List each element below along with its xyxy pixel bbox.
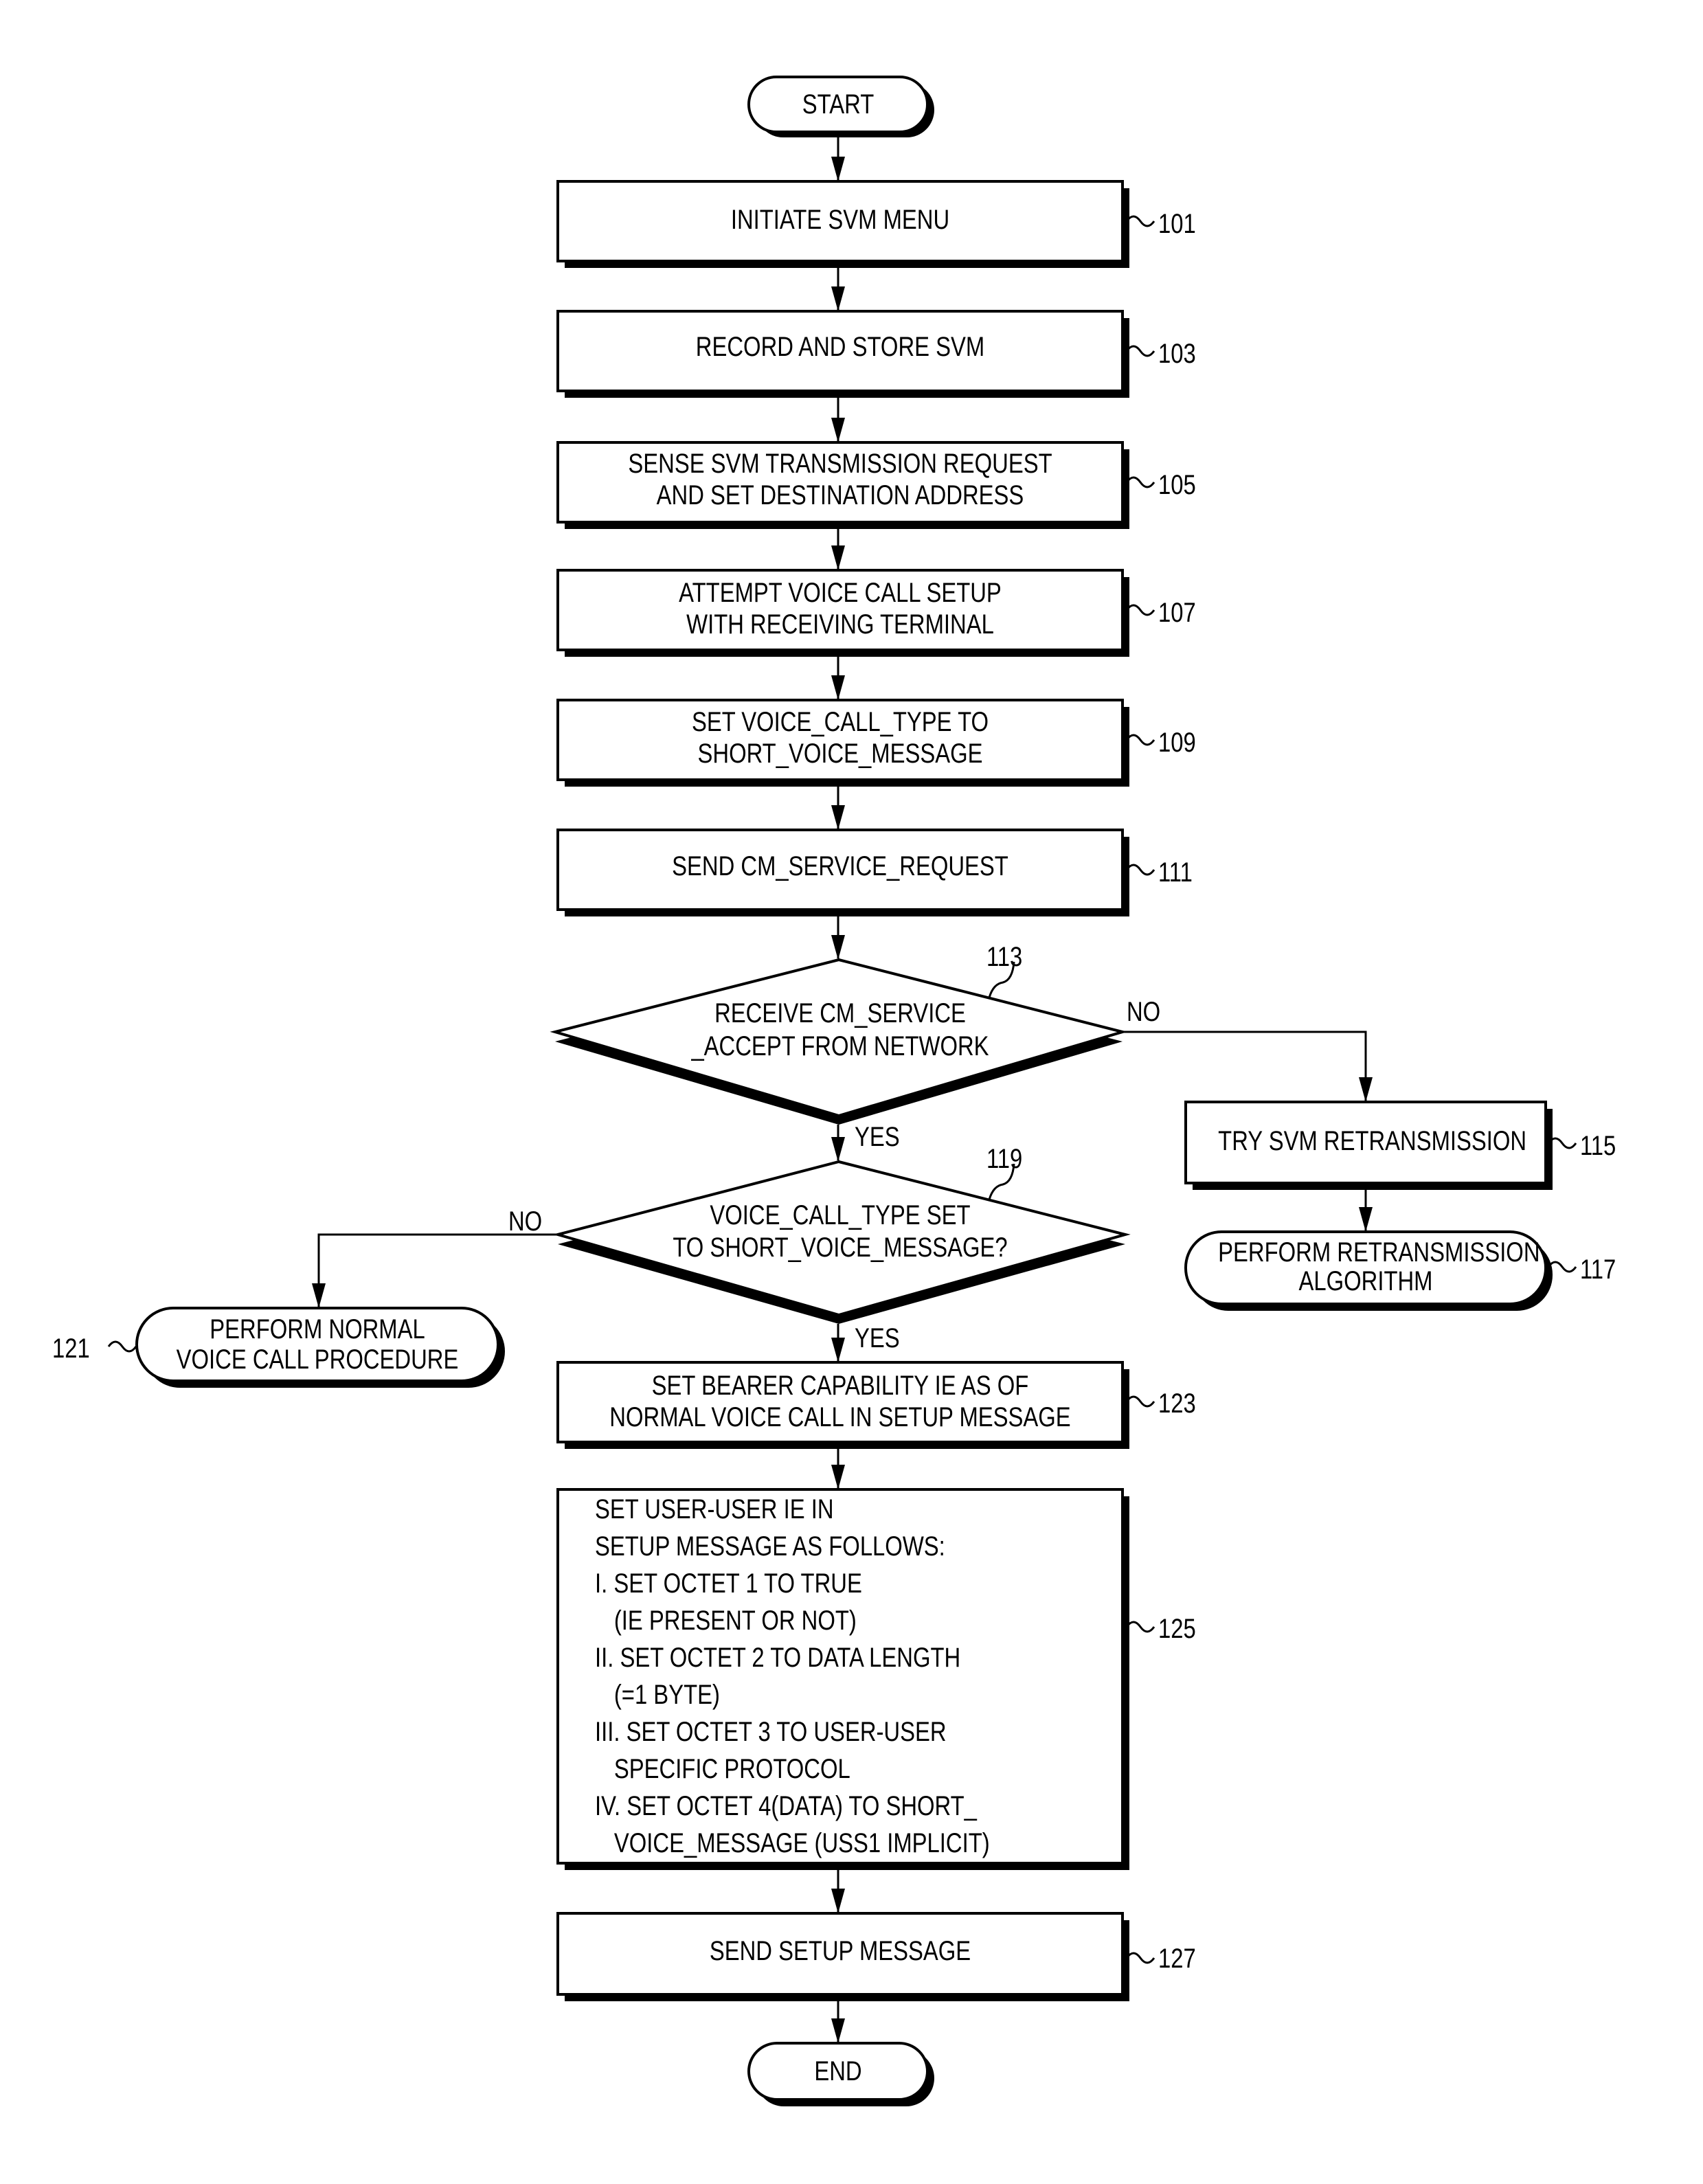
leader-121	[107, 1340, 137, 1353]
step-109-line-2: SHORT_VOICE_MESSAGE	[697, 739, 983, 769]
step-125-line-9: IV. SET OCTET 4(DATA) TO SHORT_	[595, 1791, 977, 1821]
step-125-line-5: II. SET OCTET 2 TO DATA LENGTH	[595, 1643, 961, 1673]
arrowhead-127	[831, 1889, 845, 1913]
step-125-line-2: SETUP MESSAGE AS FOLLOWS:	[595, 1531, 945, 1562]
ref-113: 113	[986, 942, 1023, 972]
leader-105	[1125, 476, 1155, 488]
ref-115: 115	[1580, 1131, 1616, 1161]
arrowhead-113	[831, 935, 845, 960]
arrowhead-107	[831, 545, 845, 570]
arrowhead-101	[831, 157, 845, 181]
end-label: END	[814, 2056, 862, 2086]
step-125-line-6: (=1 BYTE)	[613, 1680, 720, 1710]
step-105-line-1: SENSE SVM TRANSMISSION REQUEST	[628, 449, 1052, 479]
ref-109: 109	[1158, 728, 1196, 758]
decision-119-no-label: NO	[508, 1206, 543, 1237]
leader-125	[1125, 1621, 1155, 1633]
ref-117: 117	[1580, 1254, 1616, 1285]
connector-113-115-no	[1123, 1031, 1367, 1101]
ref-107: 107	[1158, 598, 1196, 628]
terminal-117-line-1: PERFORM RETRANSMISSION	[1218, 1237, 1540, 1268]
ref-111: 111	[1158, 857, 1193, 888]
leader-103	[1125, 345, 1155, 357]
arrowhead-end	[831, 2018, 845, 2043]
decision-113-yes-label: YES	[855, 1122, 900, 1152]
step-105-line-2: AND SET DESTINATION ADDRESS	[656, 480, 1024, 510]
decision-113-no-label: NO	[1127, 997, 1161, 1027]
step-125-line-3: I. SET OCTET 1 TO TRUE	[595, 1568, 862, 1599]
start-label: START	[802, 89, 875, 120]
step-123-line-2: NORMAL VOICE CALL IN SETUP MESSAGE	[609, 1402, 1071, 1432]
leader-109	[1125, 734, 1155, 746]
step-123-line-1: SET BEARER CAPABILITY IE AS OF	[651, 1371, 1029, 1401]
step-107-line-1: ATTEMPT VOICE CALL SETUP	[679, 578, 1002, 608]
decision-119-line-2: TO SHORT_VOICE_MESSAGE?	[673, 1232, 1008, 1263]
terminal-121-line-1: PERFORM NORMAL	[210, 1314, 425, 1344]
arrowhead-111	[831, 805, 845, 830]
leader-127	[1125, 1952, 1155, 1964]
step-125-line-7: III. SET OCTET 3 TO USER-USER	[595, 1717, 947, 1747]
step-125-text: SET USER-USER IE IN SETUP MESSAGE AS FOL…	[595, 1491, 990, 1862]
leader-117	[1547, 1261, 1577, 1273]
ref-127: 127	[1158, 1944, 1196, 1974]
ref-105: 105	[1158, 470, 1196, 500]
arrowhead-125	[831, 1465, 845, 1489]
leader-101	[1125, 215, 1155, 227]
step-125-line-4: (IE PRESENT OR NOT)	[613, 1606, 857, 1636]
ref-123: 123	[1158, 1388, 1196, 1419]
arrowhead-117	[1359, 1207, 1373, 1232]
arrowhead-105	[831, 418, 845, 442]
ref-103: 103	[1158, 339, 1196, 369]
step-109-line-1: SET VOICE_CALL_TYPE TO	[691, 707, 989, 737]
decision-113-line-1: RECEIVE CM_SERVICE	[714, 998, 966, 1028]
arrowhead-109	[831, 675, 845, 700]
ref-119: 119	[986, 1144, 1023, 1174]
arrowhead-115	[1359, 1077, 1373, 1102]
step-111-label: SEND CM_SERVICE_REQUEST	[672, 851, 1008, 881]
ref-125: 125	[1158, 1614, 1196, 1644]
arrowhead-119	[831, 1137, 845, 1162]
decision-113-line-2: _ACCEPT FROM NETWORK	[691, 1031, 989, 1061]
arrowhead-121	[312, 1283, 326, 1308]
decision-119-line-1: VOICE_CALL_TYPE SET	[710, 1200, 971, 1230]
step-101-label: INITIATE SVM MENU	[730, 205, 950, 235]
leader-111	[1125, 864, 1155, 876]
connector-119-121-no	[317, 1233, 558, 1307]
step-125-line-8: SPECIFIC PROTOCOL	[613, 1754, 850, 1784]
terminal-117-line-2: ALGORITHM	[1298, 1266, 1433, 1296]
step-125-line-1: SET USER-USER IE IN	[595, 1494, 834, 1524]
ref-101: 101	[1158, 209, 1196, 239]
ref-121: 121	[52, 1333, 90, 1364]
step-127-label: SEND SETUP MESSAGE	[709, 1936, 971, 1966]
step-103-label: RECORD AND STORE SVM	[695, 332, 985, 362]
arrowhead-123	[831, 1338, 845, 1362]
step-107-line-2: WITH RECEIVING TERMINAL	[686, 609, 994, 640]
leader-123	[1125, 1395, 1155, 1408]
step-115-label: TRY SVM RETRANSMISSION	[1218, 1126, 1527, 1156]
leader-107	[1125, 604, 1155, 616]
step-125-line-10: VOICE_MESSAGE (USS1 IMPLICIT)	[613, 1828, 990, 1858]
decision-119-yes-label: YES	[855, 1323, 900, 1353]
arrowhead-103	[831, 286, 845, 311]
terminal-121-line-2: VOICE CALL PROCEDURE	[176, 1344, 459, 1375]
